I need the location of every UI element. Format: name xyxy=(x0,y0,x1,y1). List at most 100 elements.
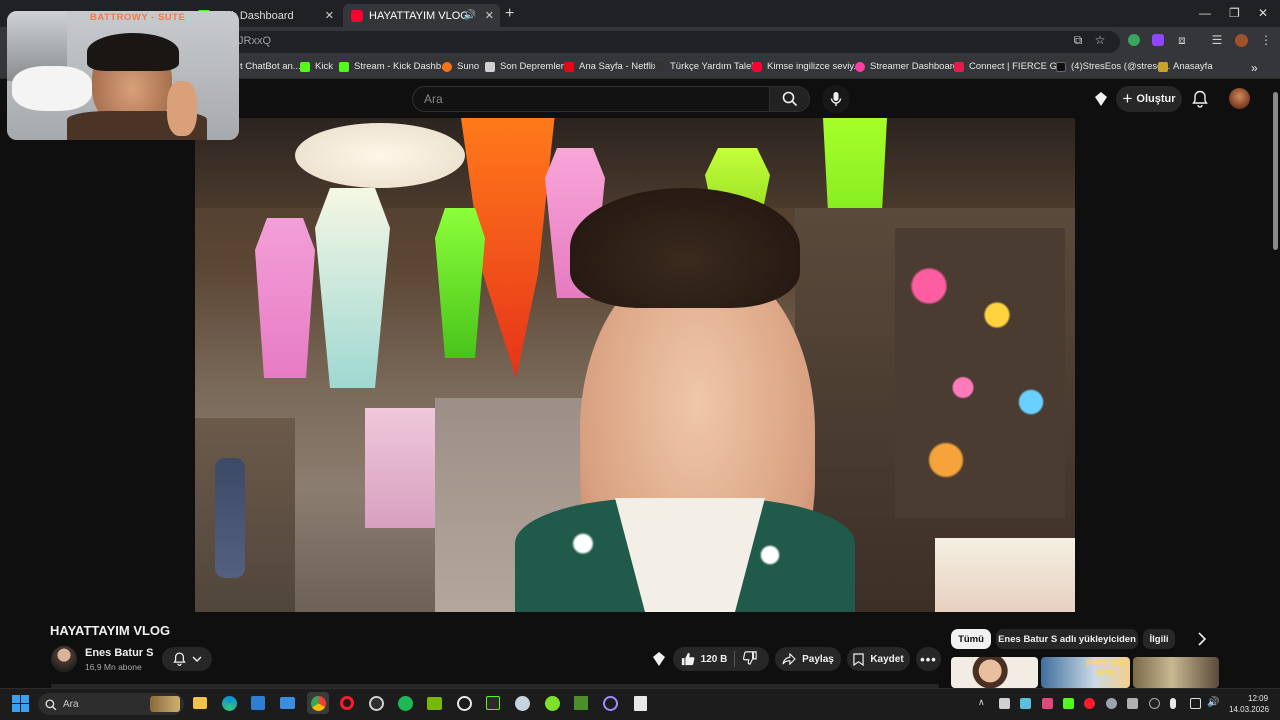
tray-app-icon[interactable] xyxy=(1084,698,1095,709)
like-button[interactable]: 120 B xyxy=(681,652,727,666)
tray-app-icon[interactable] xyxy=(999,698,1010,709)
related-video-thumbnail[interactable] xyxy=(951,657,1038,688)
edge-browser-icon[interactable] xyxy=(220,694,238,712)
windows-logo xyxy=(12,695,29,712)
chrome-icon[interactable] xyxy=(307,692,329,714)
bookmark-item[interactable]: Kick xyxy=(300,61,333,72)
bookmark-item[interactable]: Anasayfa xyxy=(1158,61,1213,72)
bookmark-item[interactable]: Connect | FIERCE G... xyxy=(954,61,1065,72)
bookmark-item[interactable]: Streamer Dashboard xyxy=(855,61,958,72)
screen: { "browser": { "tabs": [ {"label": "Kick… xyxy=(0,0,1280,720)
avatar[interactable] xyxy=(1229,88,1250,109)
clock-date[interactable]: 14.03.2026 xyxy=(1229,705,1269,714)
network-icon[interactable] xyxy=(1190,698,1201,709)
bookmark-item[interactable]: Son Depremler xyxy=(485,61,564,72)
related-video-thumbnail[interactable]: ENES 100 BPM xyxy=(1041,657,1130,688)
save-button[interactable]: Kaydet xyxy=(847,647,910,671)
more-bookmarks-icon[interactable]: » xyxy=(1251,61,1258,75)
volume-icon[interactable]: 🔊 xyxy=(1207,697,1219,708)
like-divider xyxy=(734,651,735,667)
extension-purple-icon[interactable] xyxy=(1150,32,1166,48)
search-icon xyxy=(45,698,57,716)
opera-icon[interactable] xyxy=(338,694,356,712)
background-person xyxy=(215,458,245,578)
gem-icon[interactable] xyxy=(651,651,667,672)
share-button[interactable]: Paylaş xyxy=(775,647,841,671)
chip-from-uploader[interactable]: Enes Batur S adlı yükleyiciden xyxy=(996,629,1138,649)
minimize-icon[interactable]: — xyxy=(1199,6,1211,20)
new-tab-icon[interactable]: + xyxy=(505,5,514,23)
scrollbar-thumb[interactable] xyxy=(1273,92,1278,250)
tray-app-icon[interactable] xyxy=(1149,698,1160,709)
obs-icon[interactable] xyxy=(367,694,385,712)
tab-youtube-vlog[interactable]: HAYATTAYIM VLOG - YouTube 🔊 ✕ xyxy=(343,4,500,27)
windows-start-icon[interactable] xyxy=(12,695,29,717)
nvidia-icon[interactable] xyxy=(425,694,443,712)
address-bar[interactable] xyxy=(230,31,1120,53)
tray-app-icon[interactable] xyxy=(1106,698,1117,709)
minecraft-icon[interactable] xyxy=(572,694,590,712)
thumbs-down-icon xyxy=(743,651,757,665)
browser-menu-icon[interactable]: ⋮ xyxy=(1258,32,1274,48)
page-favicon-icon xyxy=(855,61,865,72)
microphone-icon[interactable] xyxy=(1170,698,1176,709)
dislike-button[interactable] xyxy=(743,651,757,670)
channel-name[interactable]: Enes Batur S xyxy=(85,647,153,659)
bookmark-item[interactable]: Suno xyxy=(442,61,479,72)
close-tab-icon[interactable]: ✕ xyxy=(325,9,334,22)
video-player[interactable] xyxy=(195,118,1075,612)
tray-app-icon[interactable] xyxy=(1127,698,1138,709)
bookmark-item[interactable]: Türkçe Yardım Talebi xyxy=(655,61,759,72)
bookmark-item[interactable]: Ana Sayfa - Netflix xyxy=(564,61,658,72)
close-tab-icon[interactable]: ✕ xyxy=(485,9,494,22)
discord-like-icon[interactable] xyxy=(601,694,619,712)
tab-label: HAYATTAYIM VLOG - YouTube xyxy=(369,9,467,22)
install-app-icon[interactable]: ⧉ xyxy=(1070,32,1086,48)
restore-icon[interactable]: ❐ xyxy=(1229,6,1240,20)
create-button[interactable]: + Oluştur xyxy=(1116,86,1182,112)
bookmark-star-icon[interactable]: ☆ xyxy=(1092,32,1108,48)
bookmark-item[interactable]: t ChatBot an... xyxy=(240,61,301,72)
search-highlight-icon[interactable] xyxy=(150,696,180,712)
speaker-icon[interactable]: 🔊 xyxy=(464,10,476,21)
steam-icon[interactable] xyxy=(513,694,531,712)
streamer-app-icon[interactable] xyxy=(484,694,502,712)
chip-all[interactable]: Tümü xyxy=(951,629,991,649)
voice-search-button[interactable] xyxy=(822,85,850,113)
search-input[interactable] xyxy=(412,86,770,112)
browser-profile-icon[interactable] xyxy=(1233,32,1249,48)
url-text[interactable]: JRxxQ xyxy=(238,35,271,47)
chevron-right-icon[interactable] xyxy=(1196,632,1208,651)
spotify-icon[interactable] xyxy=(396,694,414,712)
netflix-favicon-icon xyxy=(564,61,574,72)
subscription-bell-button[interactable] xyxy=(162,647,212,671)
tray-app-icon[interactable] xyxy=(1063,698,1074,709)
epic-games-icon[interactable] xyxy=(631,694,649,712)
extensions-puzzle-icon[interactable]: ⧈ xyxy=(1174,32,1190,48)
extension-shield-icon[interactable] xyxy=(1126,32,1142,48)
tray-overflow-icon[interactable]: ∧ xyxy=(978,697,985,708)
tray-app-icon[interactable] xyxy=(1020,698,1031,709)
gem-shape xyxy=(653,652,665,666)
gem-icon[interactable] xyxy=(1093,91,1109,112)
whatsapp-icon[interactable] xyxy=(455,694,473,712)
reading-list-icon[interactable]: ☰ xyxy=(1209,32,1225,48)
webcam-overlay xyxy=(7,11,239,140)
bookmark-item[interactable]: Kimse ingilizce seviy... xyxy=(752,61,861,72)
video-title: HAYATTAYIM VLOG xyxy=(50,623,171,638)
bookmark-item[interactable]: Stream - Kick Dashb... xyxy=(339,61,449,72)
bookmark-item[interactable]: (4)StresEos (@strese... xyxy=(1056,61,1170,72)
clock-time[interactable]: 12:09 xyxy=(1248,694,1268,703)
store-icon[interactable] xyxy=(249,694,267,712)
more-actions-button[interactable]: ••• xyxy=(916,647,941,671)
channel-avatar[interactable] xyxy=(51,646,77,672)
search-button[interactable] xyxy=(770,86,810,112)
notifications-bell-icon[interactable] xyxy=(1192,90,1208,113)
game-launcher-icon[interactable] xyxy=(543,694,561,712)
close-window-icon[interactable]: ✕ xyxy=(1258,6,1268,20)
tray-app-icon[interactable] xyxy=(1042,698,1053,709)
task-view-icon[interactable] xyxy=(191,694,209,712)
chip-related[interactable]: İlgili xyxy=(1143,629,1175,649)
related-video-thumbnail[interactable] xyxy=(1133,657,1219,688)
photos-icon[interactable] xyxy=(278,694,296,712)
